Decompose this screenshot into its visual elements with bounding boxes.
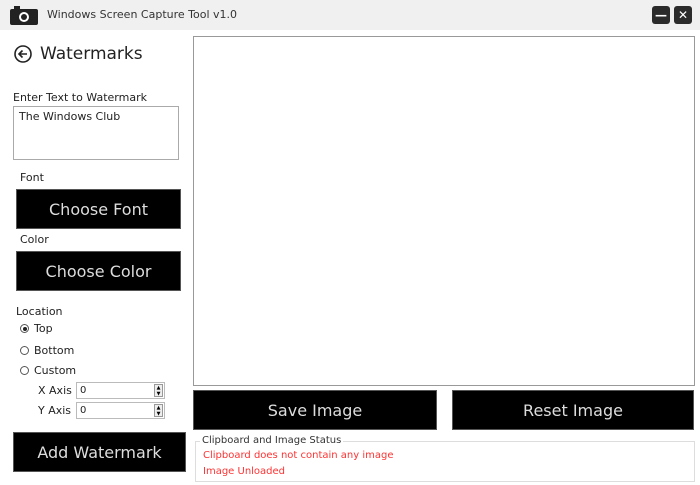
y-axis-value: 0 xyxy=(80,405,87,416)
y-axis-stepper[interactable]: 0 ▲ ▼ xyxy=(76,402,165,419)
clipboard-status: Clipboard does not contain any image xyxy=(203,450,394,461)
color-label: Color xyxy=(20,233,49,246)
close-button[interactable]: ✕ xyxy=(674,6,692,24)
radio-custom[interactable] xyxy=(20,366,29,375)
radio-custom-label: Custom xyxy=(34,364,77,377)
spinner-arrows-icon[interactable]: ▲ ▼ xyxy=(154,384,163,397)
page-title: Watermarks xyxy=(40,44,143,64)
minimize-icon: — xyxy=(655,8,667,22)
x-axis-label: X Axis xyxy=(38,384,72,397)
reset-image-button[interactable]: Reset Image xyxy=(452,390,694,430)
y-axis-label: Y Axis xyxy=(38,404,72,417)
back-arrow-icon[interactable] xyxy=(13,44,33,64)
watermark-text-label: Enter Text to Watermark xyxy=(13,91,147,104)
radio-bottom[interactable] xyxy=(20,346,29,355)
minimize-button[interactable]: — xyxy=(652,6,670,24)
radio-bottom-label: Bottom xyxy=(34,344,75,357)
add-watermark-button[interactable]: Add Watermark xyxy=(13,432,186,472)
x-axis-stepper[interactable]: 0 ▲ ▼ xyxy=(76,382,165,399)
camera-icon xyxy=(10,6,38,25)
font-label: Font xyxy=(20,171,44,184)
close-icon: ✕ xyxy=(677,8,689,22)
choose-font-button[interactable]: Choose Font xyxy=(16,189,181,229)
watermark-text-input[interactable]: The Windows Club xyxy=(13,106,179,160)
save-image-button[interactable]: Save Image xyxy=(193,390,437,430)
image-preview xyxy=(193,36,695,386)
image-status: Image Unloaded xyxy=(203,466,286,477)
radio-top[interactable] xyxy=(20,324,29,333)
x-axis-value: 0 xyxy=(80,385,87,396)
window-title: Windows Screen Capture Tool v1.0 xyxy=(47,8,238,21)
radio-top-label: Top xyxy=(34,322,53,335)
location-label: Location xyxy=(16,305,63,318)
status-group-title: Clipboard and Image Status xyxy=(200,435,344,446)
choose-color-button[interactable]: Choose Color xyxy=(16,251,181,291)
spinner-arrows-icon[interactable]: ▲ ▼ xyxy=(154,404,163,417)
